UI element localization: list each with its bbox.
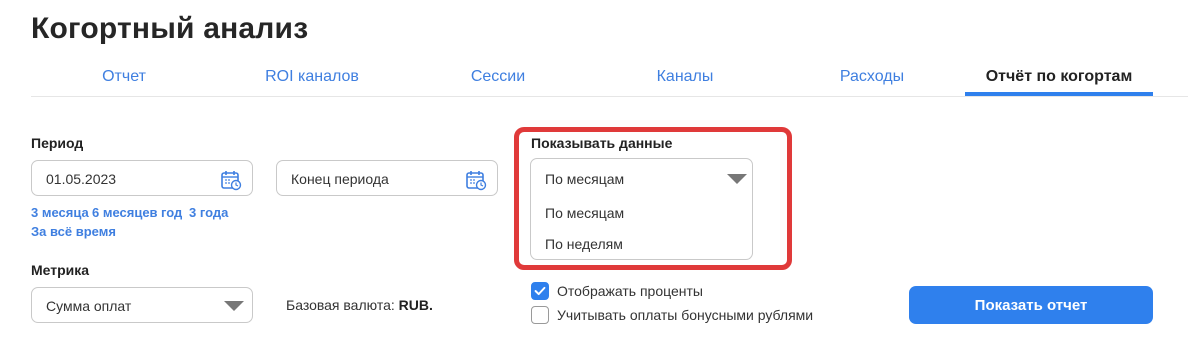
- quick-range-3-months[interactable]: 3 месяца: [31, 205, 89, 220]
- show-percent-label: Отображать проценты: [557, 283, 703, 299]
- highlight-box: [514, 127, 792, 270]
- tab-bar: Отчет ROI каналов Сессии Каналы Расходы …: [31, 60, 1188, 97]
- period-start-value: 01.05.2023: [46, 171, 117, 187]
- base-currency: Базовая валюта: RUB.: [286, 297, 433, 313]
- show-percent-checkbox[interactable]: [531, 282, 549, 300]
- metric-select[interactable]: Сумма оплат: [31, 287, 253, 323]
- period-label: Период: [31, 135, 84, 151]
- quick-range-all-time[interactable]: За всё время: [31, 224, 116, 239]
- calendar-icon[interactable]: [465, 169, 487, 191]
- bonus-payments-label: Учитывать оплаты бонусными рублями: [557, 307, 814, 323]
- active-tab-indicator: [965, 92, 1153, 96]
- quick-range-year[interactable]: год: [161, 205, 182, 220]
- bonus-payments-checkbox[interactable]: [531, 306, 549, 324]
- quick-range-6-months[interactable]: 6 месяцев: [92, 205, 158, 220]
- base-currency-value: RUB.: [398, 297, 433, 313]
- page-title: Когортный анализ: [31, 12, 309, 45]
- show-report-button[interactable]: Показать отчет: [909, 286, 1153, 324]
- tab-sessions[interactable]: Сессии: [471, 68, 525, 86]
- tab-expenses[interactable]: Расходы: [840, 68, 904, 86]
- tab-channels[interactable]: Каналы: [657, 68, 714, 86]
- tab-report[interactable]: Отчет: [102, 68, 146, 86]
- period-start-field[interactable]: 01.05.2023: [31, 160, 253, 196]
- chevron-down-icon: [224, 301, 244, 311]
- period-end-field[interactable]: Конец периода: [276, 160, 498, 196]
- base-currency-label: Базовая валюта:: [286, 297, 395, 313]
- tab-cohort-report[interactable]: Отчёт по когортам: [986, 68, 1133, 86]
- checkmark-icon: [534, 286, 546, 296]
- tab-roi-channels[interactable]: ROI каналов: [265, 68, 359, 86]
- calendar-icon[interactable]: [220, 169, 242, 191]
- metric-value: Сумма оплат: [46, 298, 132, 314]
- period-end-placeholder: Конец периода: [291, 171, 389, 187]
- quick-range-3-years[interactable]: 3 года: [189, 205, 228, 220]
- metric-label: Метрика: [31, 262, 90, 278]
